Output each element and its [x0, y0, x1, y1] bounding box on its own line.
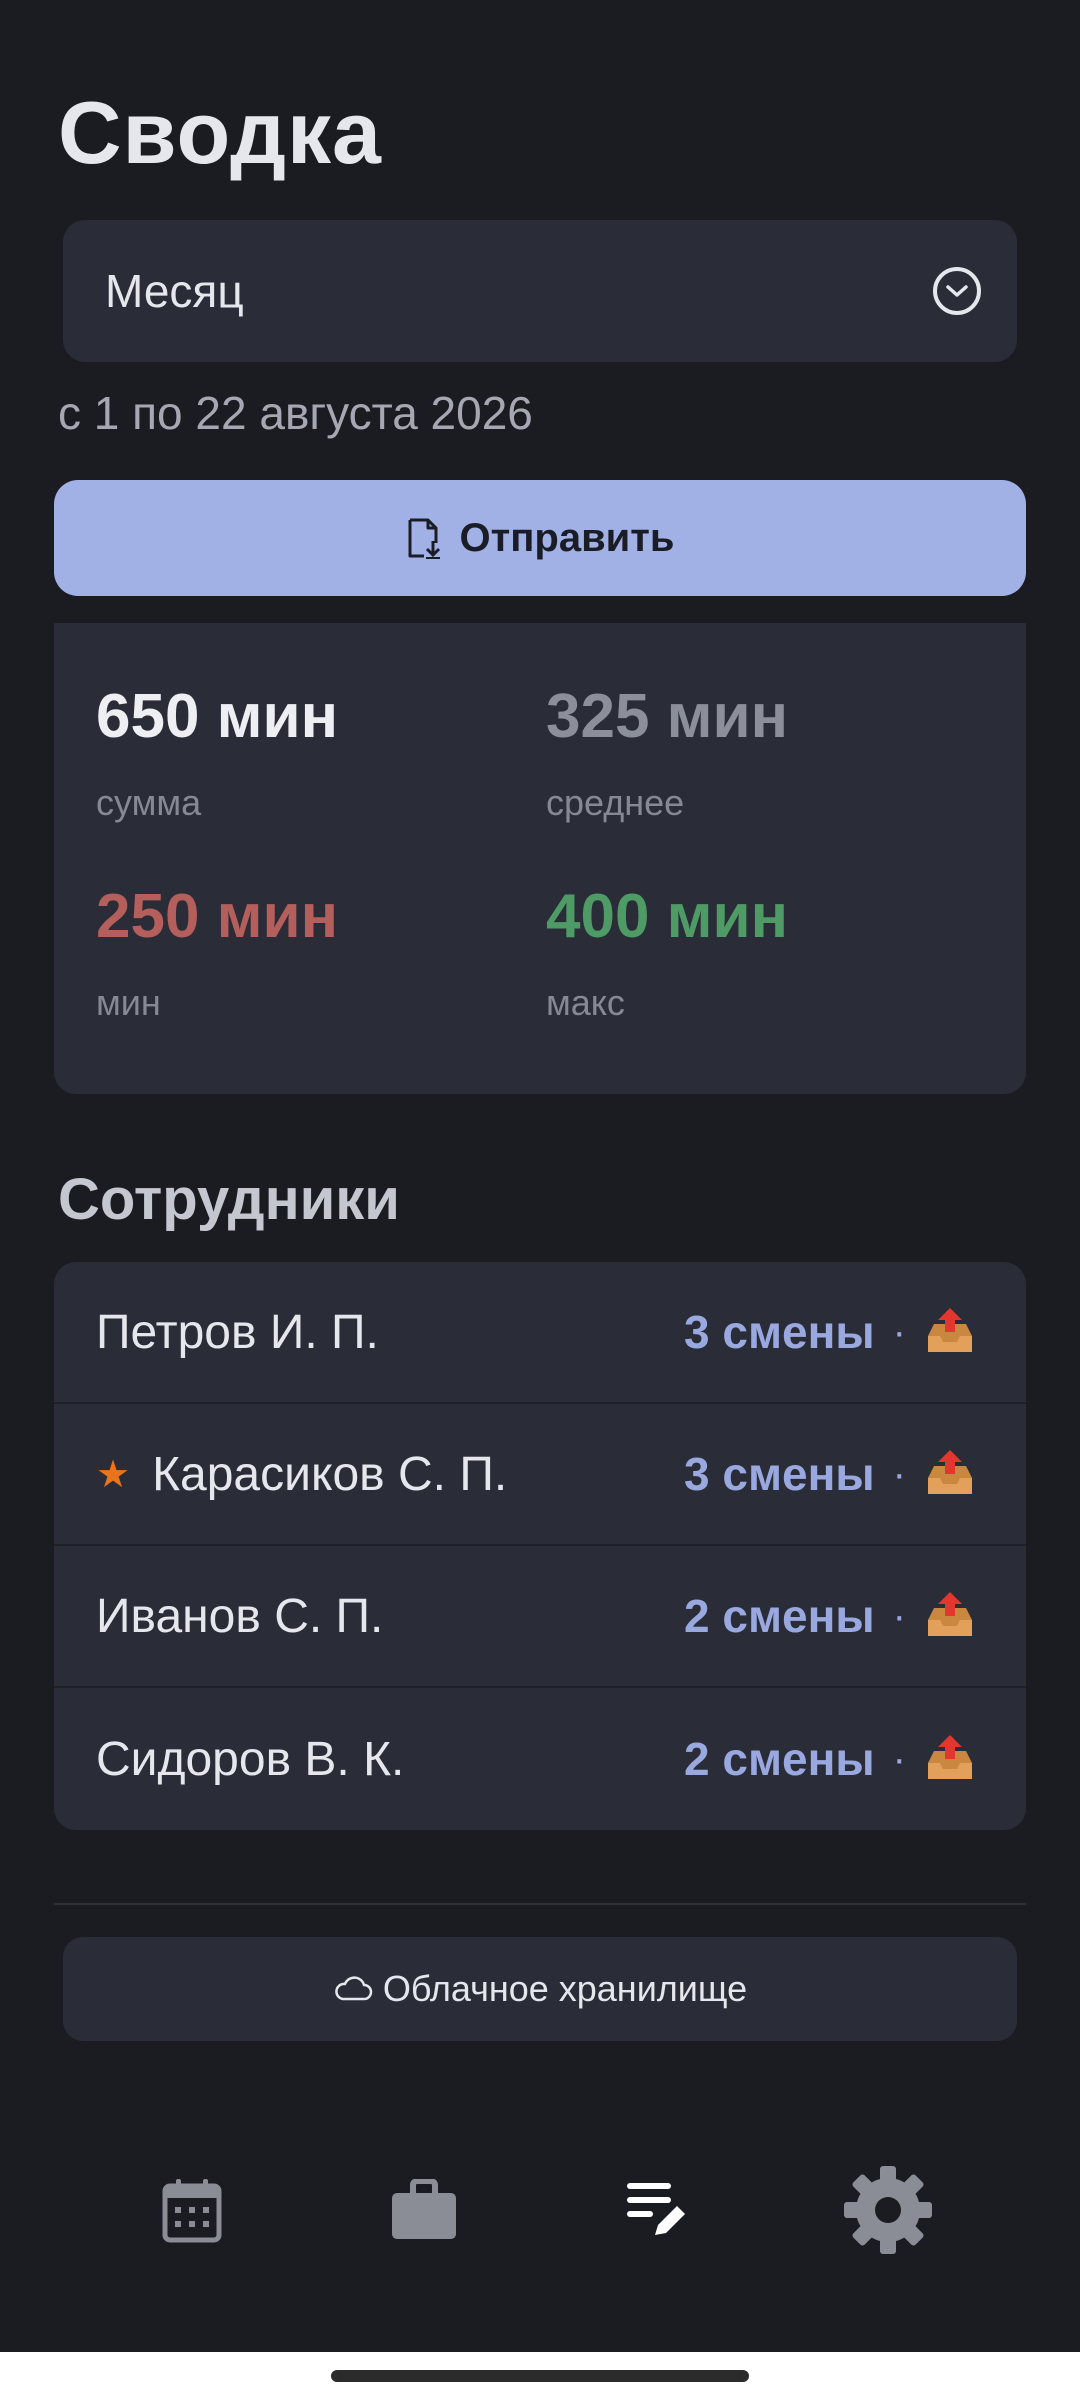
- report-edit-icon: [627, 2183, 685, 2235]
- employee-shifts: 3 смены: [684, 1306, 875, 1358]
- separator-dot: ·: [892, 1451, 906, 1496]
- outbox-tray-icon: [924, 1590, 976, 1642]
- employee-row[interactable]: Петров И. П. 3 смены ·: [54, 1262, 1026, 1404]
- nav-work[interactable]: [374, 2160, 474, 2260]
- employee-shifts: 2 смены: [684, 1590, 875, 1642]
- cloud-storage-button[interactable]: Облачное хранилище: [63, 1937, 1017, 2041]
- outbox-tray-icon: [924, 1733, 976, 1785]
- employee-row[interactable]: Сидоров В. К. 2 смены ·: [54, 1688, 1026, 1830]
- send-button[interactable]: Отправить: [54, 480, 1026, 596]
- stat-average: 325 мин среднее: [546, 681, 788, 824]
- page-title: Сводка: [58, 83, 382, 182]
- cloud-storage-label: Облачное хранилище: [382, 1968, 748, 2009]
- stat-average-value: 325 мин: [546, 682, 789, 751]
- period-dropdown-value: Месяц: [105, 265, 244, 317]
- period-range-text: с 1 по 22 августа 2026: [58, 387, 533, 439]
- nav-settings[interactable]: [838, 2160, 938, 2260]
- nav-summary[interactable]: [608, 2160, 708, 2260]
- stat-sum-value: 650 мин: [96, 682, 339, 751]
- employee-meta: 2 смены ·: [684, 1732, 976, 1786]
- employees-section-title: Сотрудники: [58, 1167, 400, 1232]
- employee-meta: 3 смены ·: [684, 1305, 976, 1359]
- settings-gear-icon: [844, 2166, 932, 2254]
- employees-list: Петров И. П. 3 смены · ★ Карасиков С. П.…: [54, 1262, 1026, 1830]
- period-dropdown[interactable]: Месяц: [63, 220, 1017, 362]
- divider: [54, 1903, 1026, 1905]
- separator-dot: ·: [892, 1593, 906, 1638]
- home-gesture-bar[interactable]: [331, 2370, 749, 2382]
- separator-dot: ·: [892, 1309, 906, 1354]
- bottom-navigation: [0, 2150, 1080, 2270]
- stat-sum: 650 мин сумма: [96, 681, 338, 824]
- stat-max: 400 мин макс: [546, 881, 788, 1024]
- employee-row[interactable]: Иванов С. П. 2 смены ·: [54, 1546, 1026, 1688]
- employee-meta: 3 смены ·: [684, 1447, 976, 1501]
- stat-average-label: среднее: [546, 782, 685, 823]
- employee-name: Сидоров В. К.: [96, 1732, 405, 1786]
- employee-meta: 2 смены ·: [684, 1589, 976, 1643]
- employee-shifts: 2 смены: [684, 1733, 875, 1785]
- stats-card: 650 мин сумма 325 мин среднее 250 мин ми…: [54, 623, 1026, 1094]
- stat-min-label: мин: [96, 982, 161, 1023]
- employee-shifts: 3 смены: [684, 1448, 875, 1500]
- stat-max-label: макс: [546, 982, 625, 1023]
- document-download-icon: [406, 517, 442, 559]
- stat-min: 250 мин мин: [96, 881, 338, 1024]
- chevron-down-icon: [933, 267, 981, 315]
- cloud-icon: [333, 1976, 373, 2002]
- separator-dot: ·: [892, 1736, 906, 1781]
- stat-sum-label: сумма: [96, 782, 202, 823]
- calendar-icon: [162, 2179, 222, 2243]
- employee-name: Карасиков С. П.: [152, 1447, 508, 1501]
- employee-name: Петров И. П.: [96, 1305, 379, 1359]
- employee-name: Иванов С. П.: [96, 1589, 384, 1643]
- briefcase-icon: [392, 2179, 456, 2239]
- employee-row[interactable]: ★ Карасиков С. П. 3 смены ·: [54, 1404, 1026, 1546]
- nav-calendar[interactable]: [142, 2160, 242, 2260]
- stat-min-value: 250 мин: [96, 882, 339, 951]
- star-icon: ★: [96, 1453, 131, 1496]
- send-button-label: Отправить: [459, 515, 675, 560]
- outbox-tray-icon: [924, 1306, 976, 1358]
- outbox-tray-icon: [924, 1448, 976, 1500]
- stat-max-value: 400 мин: [546, 882, 789, 951]
